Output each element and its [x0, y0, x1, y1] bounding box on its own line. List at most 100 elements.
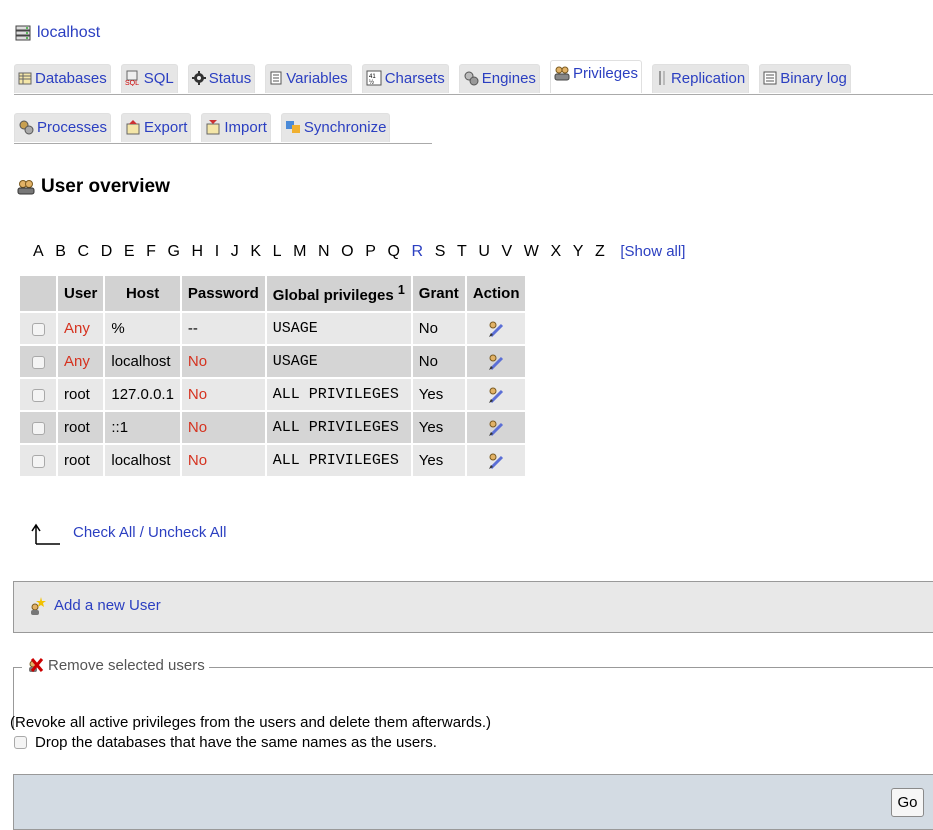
tab-privileges[interactable]: Privileges	[549, 60, 642, 93]
action-cell	[466, 346, 526, 377]
main-tabs-row-1: Databases SQL SQL Status Variables 41 ½ Charset…	[14, 60, 933, 95]
user-cell: Any	[58, 313, 104, 344]
host-cell: localhost	[105, 346, 180, 377]
server-breadcrumb[interactable]: localhost	[15, 24, 100, 42]
row-checkbox[interactable]	[31, 454, 45, 468]
import-icon	[206, 119, 220, 135]
tab-synchronize[interactable]: Synchronize	[280, 113, 391, 142]
host-cell: ::1	[105, 412, 180, 443]
tab-label: Charsets	[384, 70, 445, 87]
row-checkbox[interactable]	[31, 421, 45, 435]
host-cell: localhost	[105, 445, 180, 476]
drop-databases-option[interactable]: Drop the databases that have the same na…	[14, 734, 437, 751]
edit-privileges-icon[interactable]	[487, 419, 505, 437]
password-cell: No	[181, 379, 265, 410]
tab-label: Status	[208, 70, 252, 87]
tab-charsets[interactable]: 41 ½ Charsets	[361, 64, 449, 93]
tab-label: Replication	[670, 70, 746, 87]
tab-label: Synchronize	[303, 119, 387, 136]
user-table: User Host Password Global privileges 1 G…	[18, 274, 527, 478]
password-cell: No	[181, 412, 265, 443]
synchronize-icon	[285, 120, 300, 133]
alphabet-letter-v: V	[501, 243, 513, 260]
row-checkbox[interactable]	[31, 322, 45, 336]
privileges-cell: ALL PRIVILEGES	[266, 412, 411, 443]
host-cell: %	[105, 313, 180, 344]
tab-sql[interactable]: SQL SQL	[120, 64, 178, 93]
alphabet-letter-r[interactable]: R	[412, 240, 424, 264]
user-cell: root	[58, 412, 104, 443]
remove-user-icon	[29, 657, 44, 672]
edit-privileges-icon[interactable]	[487, 320, 505, 338]
revoke-note: (Revoke all active privileges from the u…	[10, 714, 492, 731]
check-all-link[interactable]: Check All / Uncheck All	[73, 524, 226, 541]
tab-variables[interactable]: Variables	[265, 64, 352, 93]
replication-icon	[658, 70, 665, 85]
select-column-header	[20, 276, 56, 311]
edit-privileges-icon[interactable]	[487, 452, 505, 470]
password-cell: No	[181, 445, 265, 476]
tab-export[interactable]: Export	[121, 113, 192, 142]
row-select-cell	[20, 313, 56, 344]
go-button[interactable]: Go	[891, 788, 924, 817]
host-cell: 127.0.0.1	[105, 379, 180, 410]
select-arrow-icon	[31, 523, 60, 545]
alphabet-letter-h: H	[191, 243, 204, 260]
alphabet-letter-t: T	[456, 243, 467, 260]
password-cell: --	[181, 313, 265, 344]
tab-label: Databases	[35, 70, 107, 87]
action-cell	[466, 412, 526, 443]
sql-icon: SQL	[125, 70, 139, 86]
table-row: Any% -- USAGE No	[20, 313, 526, 344]
edit-privileges-icon[interactable]	[487, 386, 505, 404]
alphabet-letter-a: A	[33, 243, 44, 260]
password-cell: No	[181, 346, 265, 377]
grant-cell: Yes	[412, 379, 465, 410]
action-cell	[466, 445, 526, 476]
grant-cell: Yes	[412, 412, 465, 443]
tab-import[interactable]: Import	[201, 113, 271, 142]
tab-label: Engines	[481, 70, 536, 87]
action-cell	[466, 313, 526, 344]
edit-privileges-icon[interactable]	[487, 353, 505, 371]
alphabet-letter-m: M	[293, 243, 307, 260]
column-header-user: User	[58, 276, 104, 311]
alphabet-letter-i: I	[214, 243, 220, 260]
server-label[interactable]: localhost	[37, 24, 100, 41]
user-cell: root	[58, 445, 104, 476]
alphabet-letter-s: S	[434, 243, 446, 260]
drop-databases-checkbox[interactable]	[14, 735, 27, 749]
tab-label: Processes	[37, 119, 108, 136]
alphabet-letter-z: Z	[594, 243, 605, 260]
svg-text:SQL: SQL	[125, 80, 139, 86]
tab-databases[interactable]: Databases	[14, 64, 111, 93]
table-row: root::1 No ALL PRIVILEGES Yes	[20, 412, 526, 443]
binary-log-icon	[763, 71, 777, 85]
page-title: User overview	[17, 176, 170, 198]
alphabet-letter-k: K	[250, 243, 261, 260]
server-icon	[15, 25, 31, 41]
tab-binary-log[interactable]: Binary log	[759, 64, 851, 93]
row-checkbox[interactable]	[31, 388, 45, 402]
grant-cell: No	[412, 346, 465, 377]
tab-label: Privileges	[572, 65, 638, 82]
add-user-link[interactable]: Add a new User	[54, 597, 161, 614]
alphabet-letter-q: Q	[387, 243, 400, 260]
alphabet-letter-n: N	[318, 243, 330, 260]
grant-cell: No	[412, 313, 465, 344]
tab-replication[interactable]: Replication	[651, 64, 750, 93]
tab-processes[interactable]: Processes	[14, 113, 112, 142]
show-all-link[interactable]: [Show all]	[620, 243, 685, 260]
alphabet-letter-e: E	[123, 243, 135, 260]
row-select-cell	[20, 412, 56, 443]
column-header-global-privileges: Global privileges 1	[266, 276, 411, 311]
main-tabs-row-2: Processes Export Import Synchronize	[14, 113, 432, 144]
privileges-cell: USAGE	[266, 346, 411, 377]
tab-engines[interactable]: Engines	[458, 64, 540, 93]
page-title-text: User overview	[41, 176, 170, 197]
alphabet-letter-b: B	[55, 243, 66, 260]
tab-status[interactable]: Status	[187, 64, 256, 93]
database-icon	[18, 72, 32, 85]
row-checkbox[interactable]	[31, 355, 45, 369]
table-row: root localhost No ALL PRIVILEGES Yes	[20, 445, 526, 476]
